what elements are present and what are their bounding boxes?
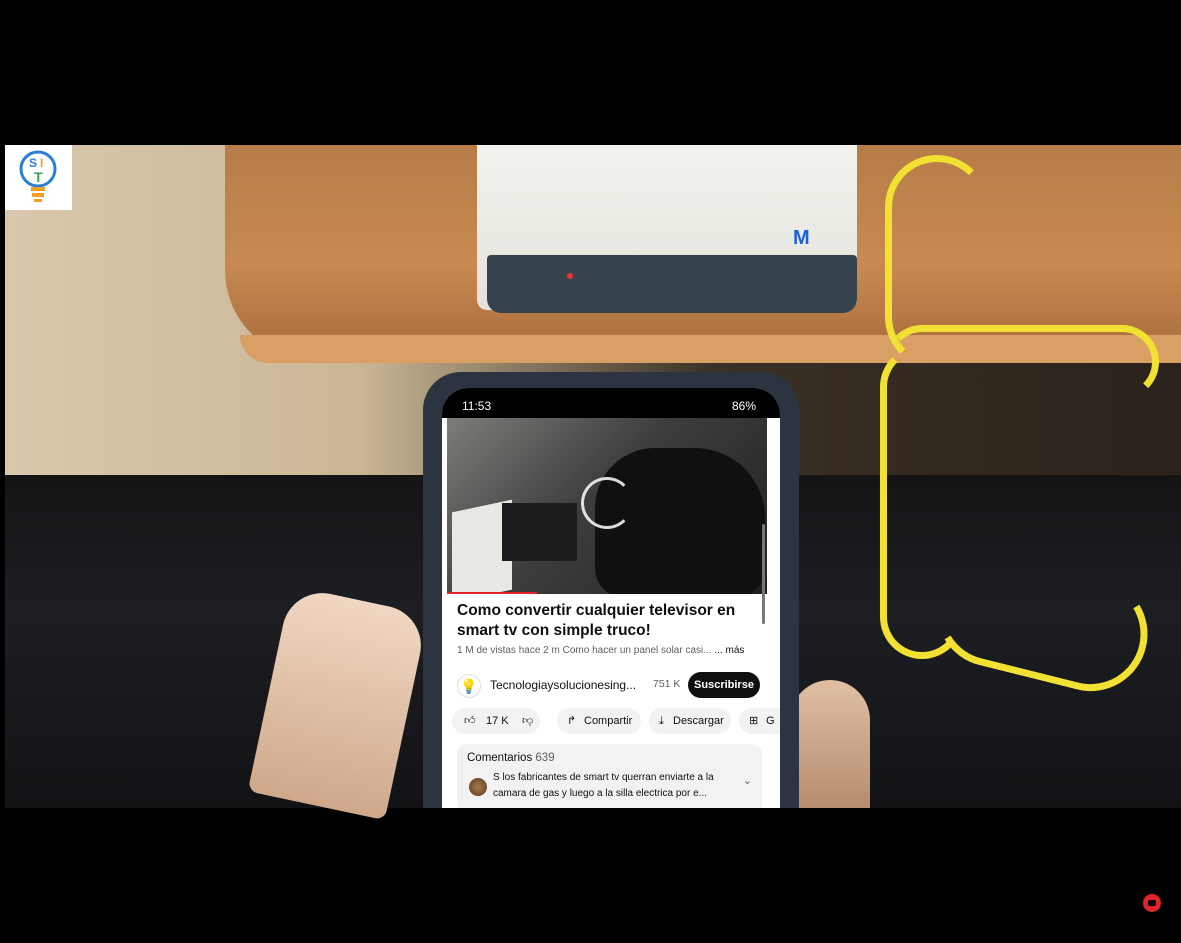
more-link[interactable]: ... más [714, 645, 744, 656]
comments-count: 639 [535, 752, 555, 764]
logo-i: I [40, 156, 43, 170]
save-icon: ⊞ [749, 715, 759, 727]
comments-section[interactable]: Comentarios 639 S los fabricantes de sma… [457, 744, 762, 808]
video-player[interactable] [447, 418, 767, 594]
comments-label: Comentarios [467, 752, 533, 764]
phone-screen[interactable]: 11:53 86% Como convertir cualquier telev… [442, 388, 780, 808]
action-bar: 👍︎ 17 K 👎︎ ↱ Compartir ⤓ Descargar ⊞ G [452, 708, 780, 734]
youtube-badge-icon[interactable] [1143, 894, 1161, 912]
share-label: Compartir [584, 715, 633, 727]
channel-row[interactable]: 💡 Tecnologiaysolucionesing... 751 K Susc… [457, 672, 762, 698]
router-logo: M [793, 227, 810, 249]
channel-avatar[interactable]: 💡 [457, 674, 481, 698]
save-label: G [766, 715, 775, 727]
hand-fingers [790, 680, 870, 808]
router-base [487, 255, 857, 313]
video-meta[interactable]: 1 M de vistas hace 2 m Como hacer un pan… [457, 645, 762, 656]
scrollbar[interactable] [762, 524, 765, 624]
download-button[interactable]: ⤓ Descargar [649, 708, 731, 734]
like-count: 17 K [486, 715, 509, 727]
top-comment: S los fabricantes de smart tv querran en… [493, 772, 714, 799]
router-led [567, 273, 573, 279]
lightbulb-logo-icon: S I T [19, 150, 57, 202]
upload-age: hace 2 m [518, 645, 560, 656]
video-title[interactable]: Como convertir cualquier televisor en sm… [457, 601, 762, 641]
loading-spinner-icon [581, 477, 633, 529]
share-icon: ↱ [567, 715, 577, 727]
player-scene-box [502, 503, 577, 561]
status-time: 11:53 [462, 399, 492, 413]
view-count: 1 M de vistas [457, 645, 516, 656]
like-dislike-pill[interactable]: 👍︎ 17 K 👎︎ [452, 708, 540, 734]
download-label: Descargar [673, 715, 724, 727]
save-button[interactable]: ⊞ G [739, 708, 780, 734]
subscriber-count: 751 K [653, 678, 681, 690]
thumbs-up-icon[interactable]: 👍︎ [464, 708, 476, 734]
logo-s: S [29, 156, 37, 170]
video-progress-bar[interactable] [447, 592, 537, 594]
comments-header: Comentarios 639 [467, 752, 555, 764]
share-button[interactable]: ↱ Compartir [557, 708, 641, 734]
subscribe-button[interactable]: Suscribirse [688, 672, 760, 698]
thumbs-down-icon[interactable]: 👎︎ [522, 708, 533, 734]
status-bar: 11:53 86% [442, 388, 780, 418]
channel-watermark-logo: S I T [5, 145, 72, 210]
logo-t: T [34, 169, 43, 185]
description-snippet: Como hacer un panel solar casi... [562, 645, 712, 656]
chevron-down-icon[interactable]: ⌄ [743, 774, 752, 787]
battery-level: 86% [731, 399, 756, 413]
commenter-avatar[interactable] [469, 778, 487, 796]
channel-name[interactable]: Tecnologiaysolucionesing... [490, 678, 650, 692]
download-icon: ⤓ [659, 715, 664, 727]
